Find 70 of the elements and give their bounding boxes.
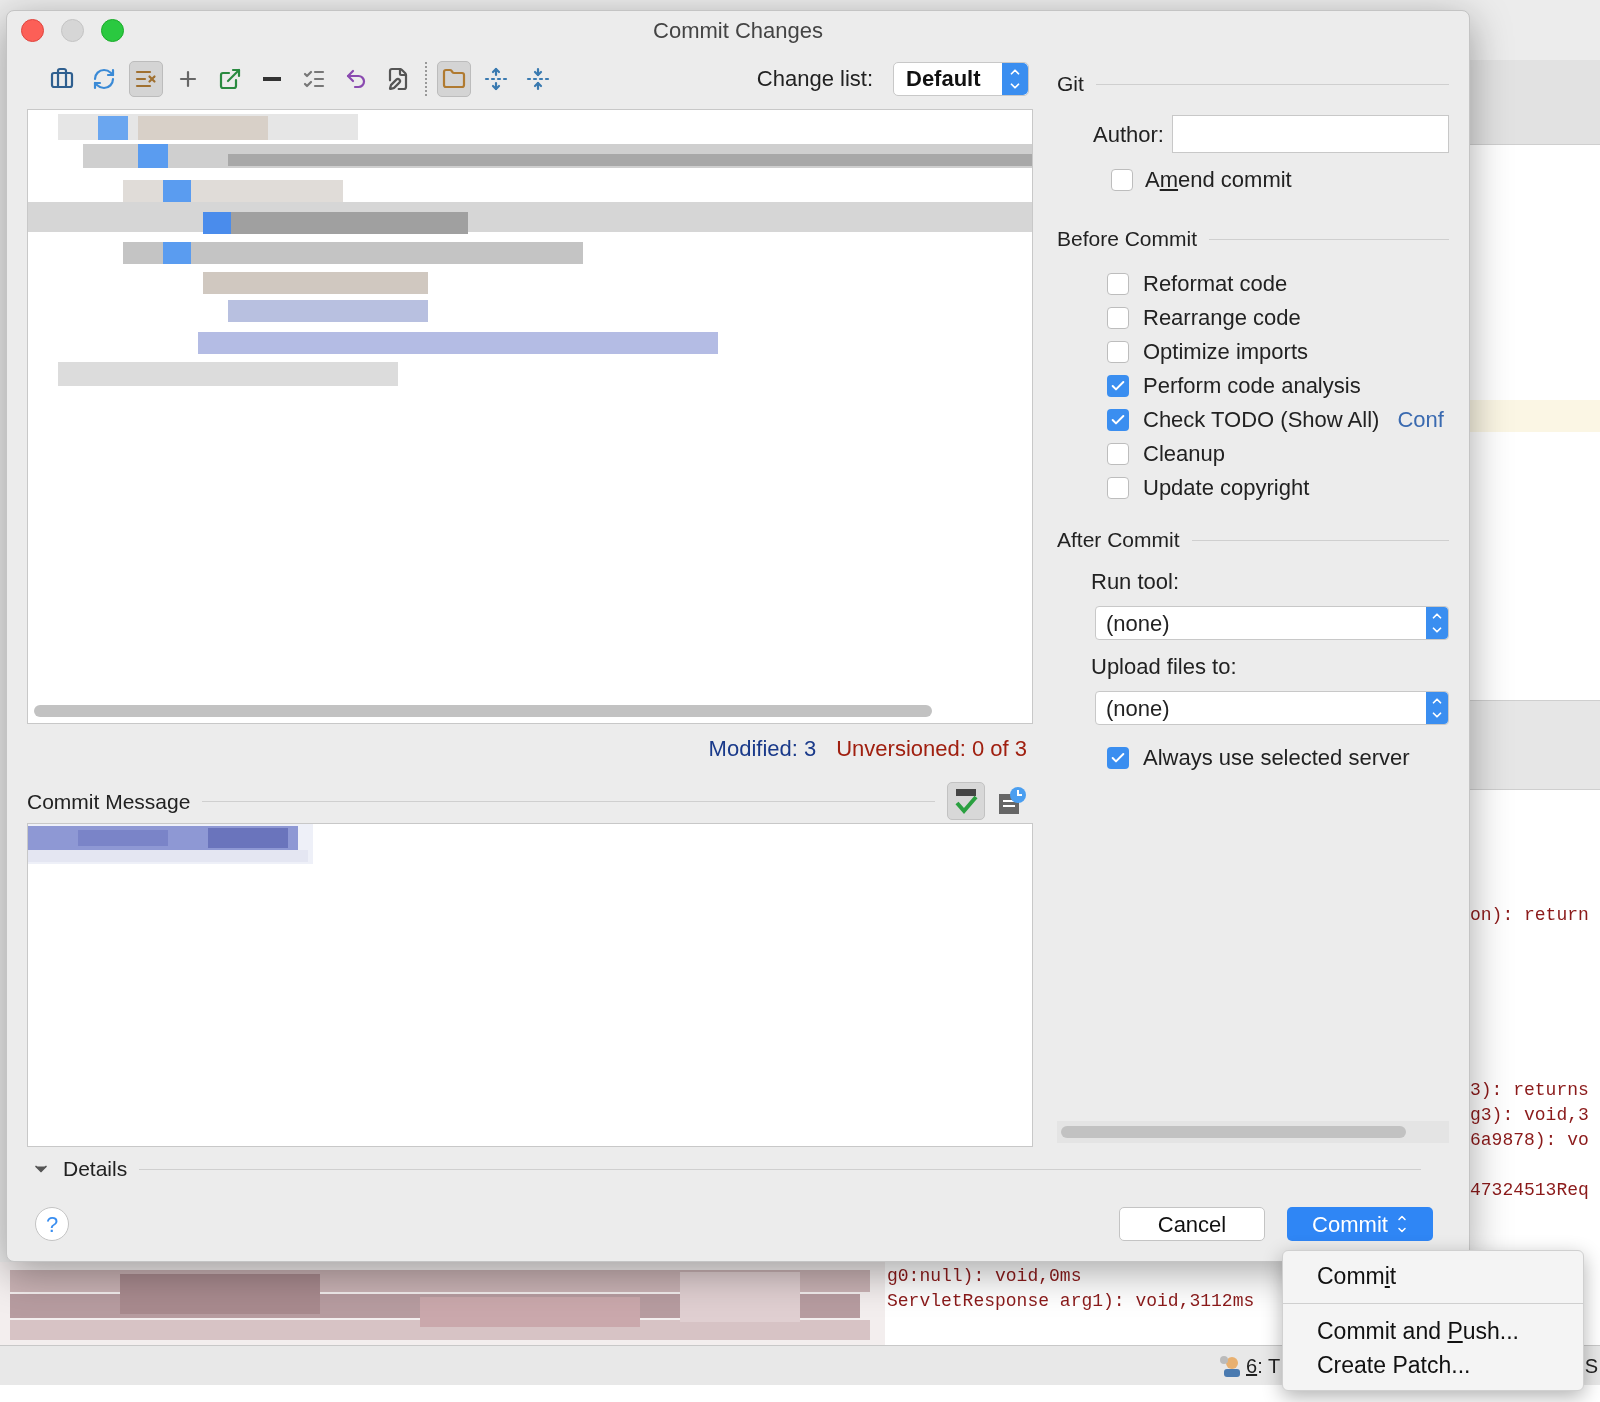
stepper-icon xyxy=(1002,62,1028,95)
window-title: Commit Changes xyxy=(653,16,823,45)
console-line: on): return xyxy=(1470,904,1590,927)
checkbox[interactable] xyxy=(1107,408,1129,431)
checkbox-label[interactable]: Check TODO (Show All) xyxy=(1143,403,1380,436)
close-button[interactable] xyxy=(21,18,44,42)
change-list-dropdown[interactable]: Default xyxy=(893,61,1029,96)
change-list-label: Change list: xyxy=(756,65,873,94)
log-line: g0:null): void,0ms xyxy=(887,1265,1083,1288)
spellcheck-icon xyxy=(953,787,979,816)
section-label: After Commit xyxy=(1057,527,1180,554)
unversioned-count[interactable]: Unversioned: 0 of 3 xyxy=(836,732,1027,766)
stepper-icon xyxy=(1426,692,1448,724)
section-label: Commit Message xyxy=(27,788,191,815)
window-arrow-icon xyxy=(218,66,242,91)
checkbox[interactable] xyxy=(1107,272,1129,295)
collapse-icon xyxy=(526,66,550,91)
menu-item[interactable]: Commit and Push... xyxy=(1283,1314,1583,1348)
checkbox[interactable] xyxy=(1107,442,1129,465)
section-label: Git xyxy=(1057,71,1084,98)
tool-window-label[interactable]: 6: T xyxy=(1246,1350,1281,1381)
configure-link[interactable]: Conf xyxy=(1397,403,1444,436)
history-icon[interactable] xyxy=(997,786,1027,817)
person-icon xyxy=(1218,1353,1242,1378)
zoom-button[interactable] xyxy=(101,18,124,42)
checkbox-label[interactable]: Always use selected server xyxy=(1143,741,1410,774)
commit-button[interactable]: Commit xyxy=(1287,1207,1433,1241)
stepper-icon xyxy=(1426,607,1448,639)
file-edit-icon xyxy=(386,66,410,91)
checkbox[interactable] xyxy=(1107,476,1129,499)
menu-item[interactable]: Commit xyxy=(1283,1259,1583,1293)
checkbox-label[interactable]: Amend commit xyxy=(1145,163,1292,196)
commit-message-field[interactable] xyxy=(27,823,1033,1147)
checkbox[interactable] xyxy=(1111,168,1133,191)
checkbox-label[interactable]: Perform code analysis xyxy=(1143,369,1361,402)
folder-icon xyxy=(442,66,466,91)
checkbox-label[interactable]: Rearrange code xyxy=(1143,301,1301,334)
checkbox-label[interactable]: Optimize imports xyxy=(1143,335,1309,368)
spellcheck-button[interactable] xyxy=(947,782,985,821)
field-label: Run tool: xyxy=(1090,568,1181,596)
console-line: 47324513Req xyxy=(1470,1179,1590,1202)
refresh-icon xyxy=(92,66,116,91)
log-line: ServletResponse arg1): void,3112ms xyxy=(887,1290,1255,1313)
author-field[interactable] xyxy=(1171,115,1449,153)
console-line: 6a9878): vo xyxy=(1470,1129,1590,1152)
checkbox[interactable] xyxy=(1107,340,1129,363)
author-label: Author: xyxy=(1093,120,1164,149)
tool-window-label[interactable]: S xyxy=(1584,1350,1598,1381)
checkbox[interactable] xyxy=(1107,306,1129,329)
checkbox[interactable] xyxy=(1107,374,1129,397)
expand-icon xyxy=(484,66,508,91)
briefcase-icon xyxy=(50,66,74,91)
checkbox-label[interactable]: Cleanup xyxy=(1143,437,1225,470)
scrollbar[interactable] xyxy=(34,705,932,718)
checkbox-label[interactable]: Reformat code xyxy=(1143,267,1288,300)
changes-tree[interactable] xyxy=(27,108,1033,725)
cancel-button[interactable]: Cancel xyxy=(1119,1207,1265,1241)
checkbox-label[interactable]: Update copyright xyxy=(1143,471,1310,504)
scrollbar[interactable] xyxy=(1061,1126,1406,1138)
section-label[interactable]: Details xyxy=(63,1153,128,1185)
console-line: g3): void,3 xyxy=(1470,1104,1590,1127)
minus-icon xyxy=(263,76,281,81)
run-tool-dropdown[interactable]: (none) xyxy=(1095,606,1449,640)
upload-dropdown[interactable]: (none) xyxy=(1095,691,1449,725)
section-label: Before Commit xyxy=(1057,226,1198,253)
modified-count: Modified: 3 xyxy=(708,735,817,764)
field-label: Upload files to: xyxy=(1090,653,1238,681)
menu-item[interactable]: Create Patch... xyxy=(1283,1348,1583,1382)
console-line: 3): returns xyxy=(1470,1079,1590,1102)
checkbox[interactable] xyxy=(1107,746,1129,769)
